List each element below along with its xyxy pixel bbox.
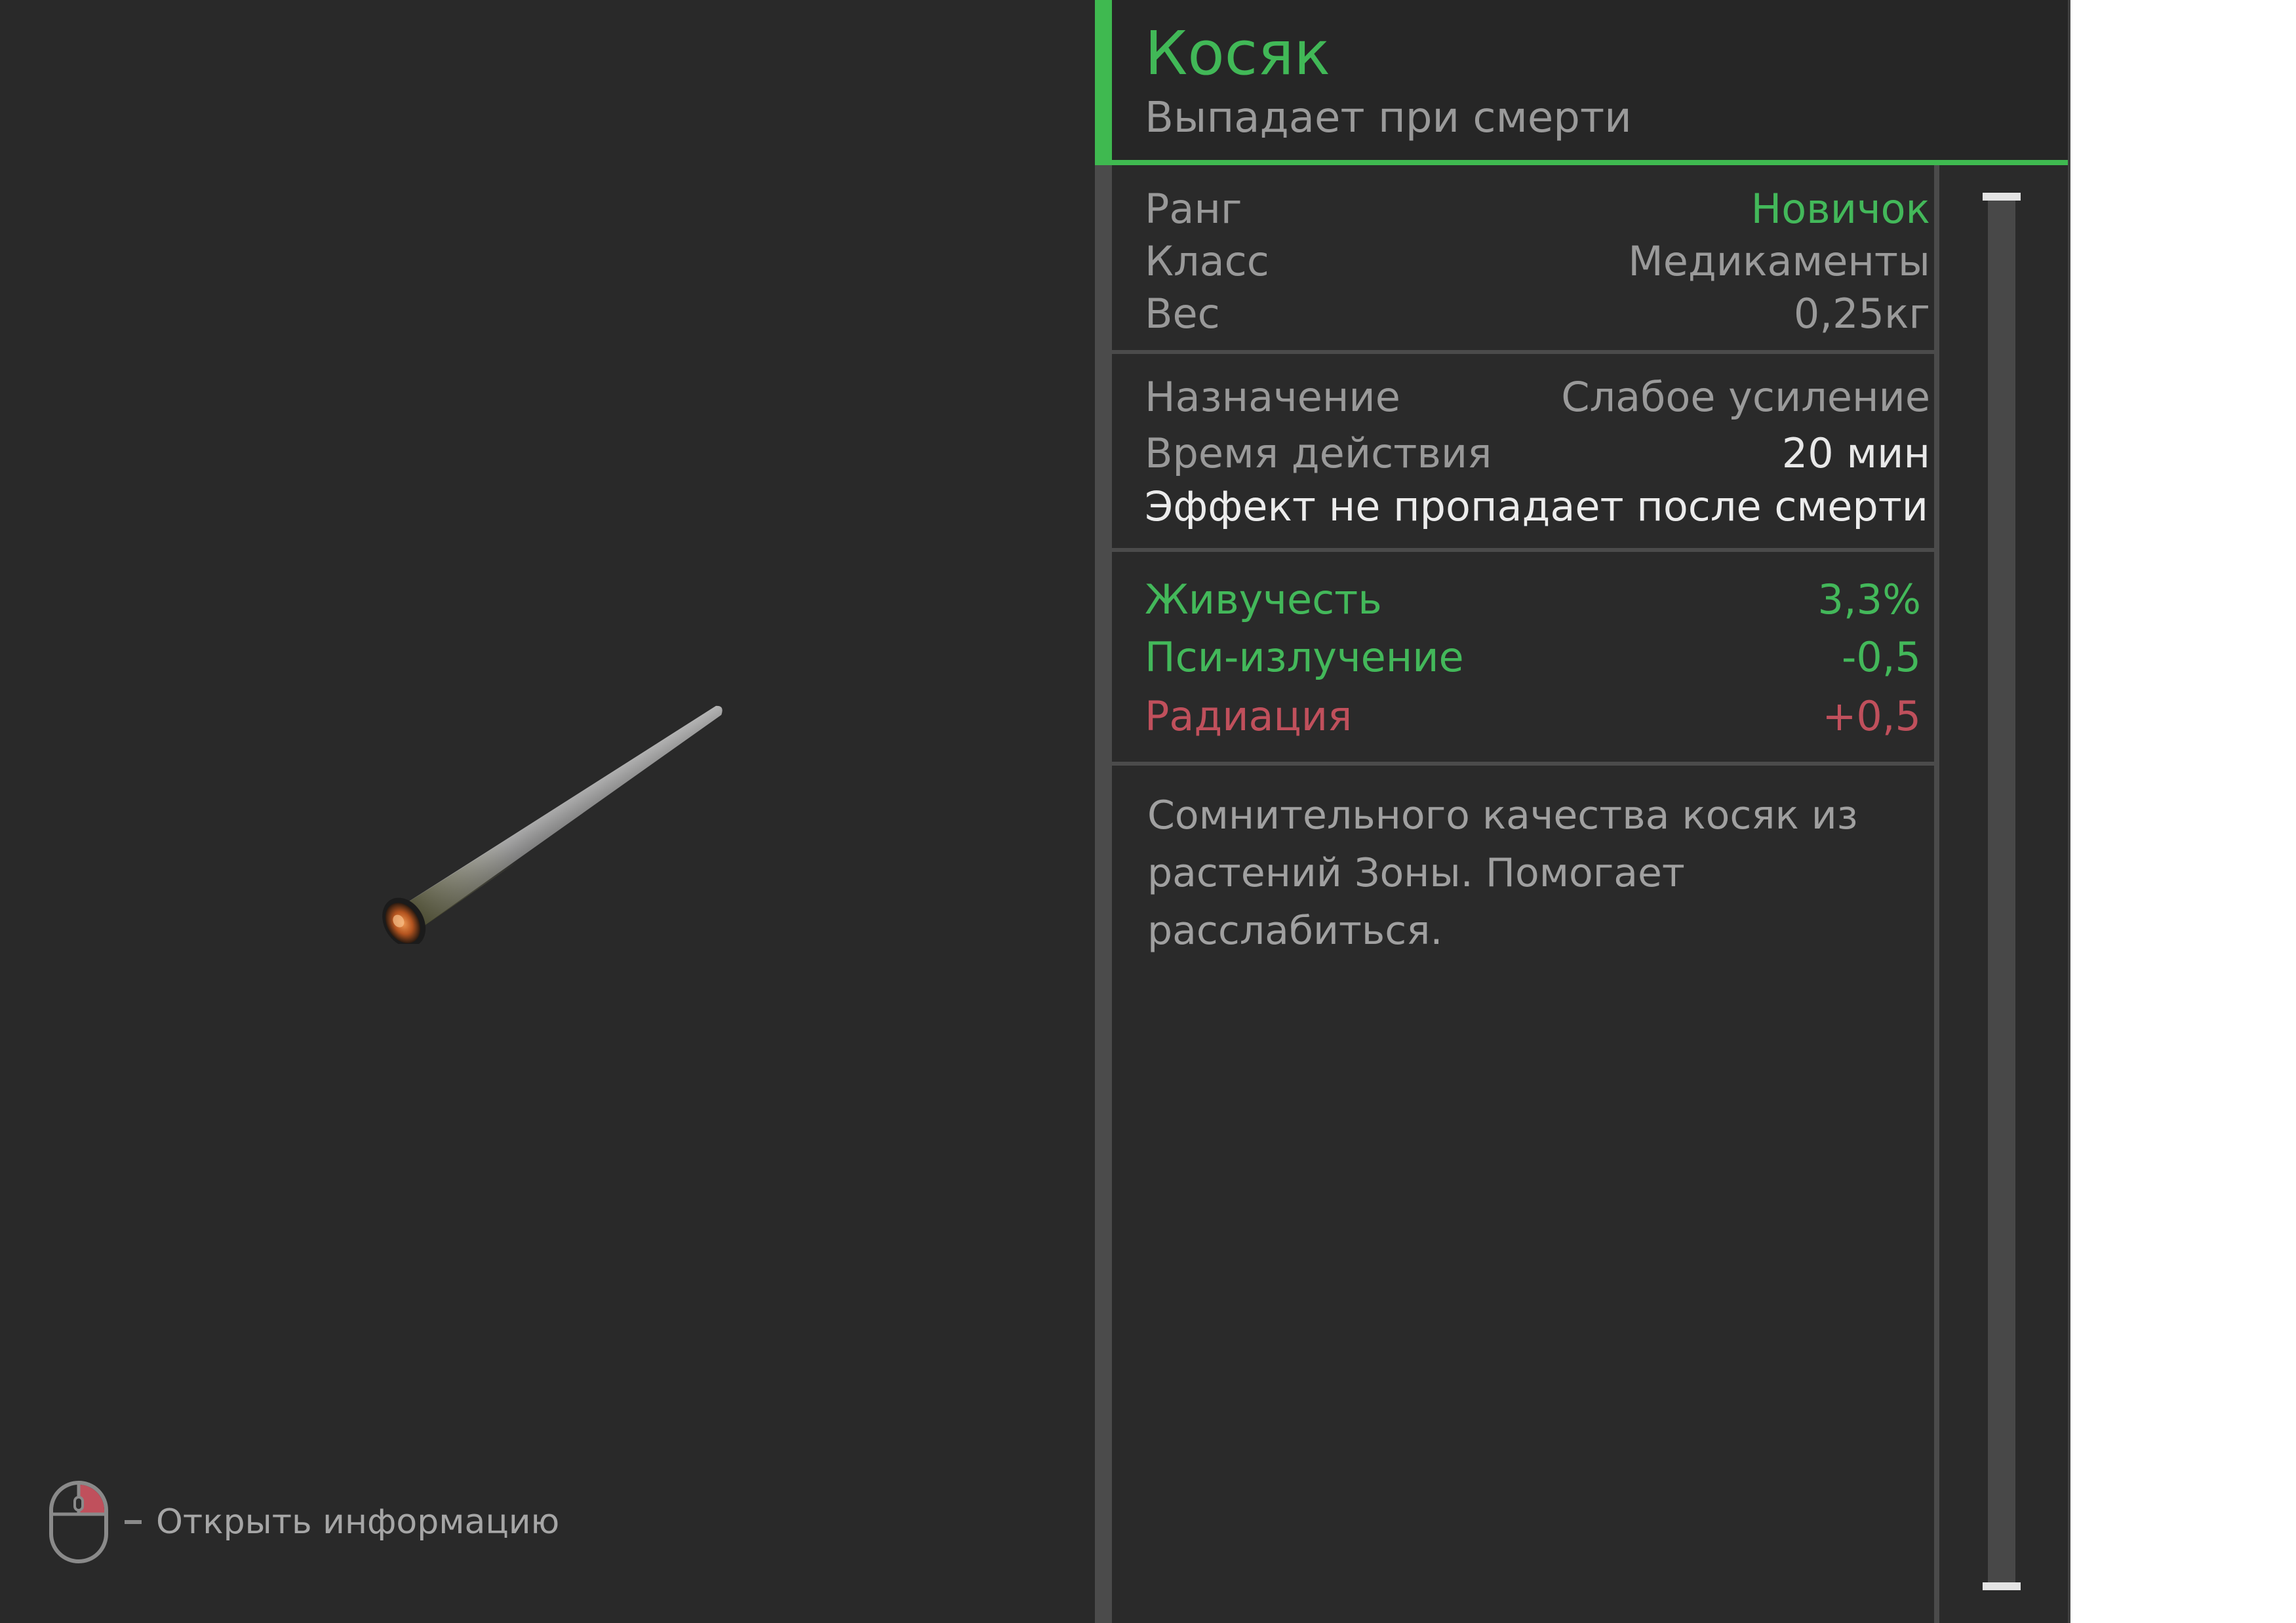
stat-row-rank: Ранг Новичок	[1145, 182, 1930, 235]
class-value: Медикаменты	[1628, 237, 1930, 285]
section-divider	[1112, 350, 1934, 354]
open-info-hint: Открыть информацию	[47, 1476, 559, 1568]
panel-divider	[1095, 0, 1112, 1623]
purpose-label: Назначение	[1145, 372, 1400, 421]
weight-label: Вес	[1145, 289, 1220, 338]
effect-row-vitality: Живучесть 3,3%	[1145, 572, 1921, 627]
item-header: Косяк Выпадает при смерти	[1112, 0, 2068, 165]
header-accent-bar	[1095, 0, 1112, 165]
window-edge	[2068, 0, 2070, 1623]
description-line: растений Зоны. Помогает расслабиться.	[1147, 850, 1685, 954]
weight-value: 0,25кг	[1793, 289, 1930, 338]
scroll-divider	[1934, 165, 1939, 1623]
effect-value: 3,3%	[1817, 575, 1921, 623]
duration-label: Время действия	[1145, 429, 1492, 477]
item-preview-area: Открыть информацию	[0, 0, 1095, 1623]
item-description: Сомнительного качества косяк из растений…	[1147, 787, 1941, 960]
effect-value: +0,5	[1822, 692, 1921, 740]
scrollbar-bottom-cap[interactable]	[1983, 1582, 2021, 1590]
scrollbar[interactable]	[1988, 197, 2015, 1589]
section-divider	[1112, 762, 1934, 766]
effect-label: Живучесть	[1145, 575, 1382, 623]
stat-row-class: Класс Медикаменты	[1145, 235, 1930, 287]
effect-label: Пси-излучение	[1145, 633, 1464, 681]
stat-row-weight: Вес 0,25кг	[1145, 287, 1930, 340]
effect-row-psi: Пси-излучение -0,5	[1145, 629, 1921, 684]
class-label: Класс	[1145, 237, 1269, 285]
purpose-value: Слабое усиление	[1561, 372, 1930, 421]
effect-label: Радиация	[1145, 692, 1353, 740]
joint-cigarette-icon	[382, 705, 722, 944]
usage-row-duration: Время действия 20 мин	[1145, 426, 1930, 480]
hint-dash	[125, 1520, 142, 1524]
scrollbar-top-cap[interactable]	[1983, 193, 2021, 201]
duration-value: 20 мин	[1781, 429, 1930, 477]
header-underline	[1095, 160, 2068, 165]
usage-row-purpose: Назначение Слабое усиление	[1145, 370, 1930, 423]
rank-value: Новичок	[1751, 184, 1930, 233]
mouse-right-click-icon	[49, 1481, 108, 1563]
rank-label: Ранг	[1145, 184, 1242, 233]
effect-row-radiation: Радиация +0,5	[1145, 688, 1921, 743]
item-title: Косяк	[1145, 18, 1331, 88]
effect-value: -0,5	[1842, 633, 1921, 681]
section-divider	[1112, 548, 1934, 552]
item-info-panel: Ранг Новичок Класс Медикаменты Вес 0,25к…	[1112, 165, 1934, 1623]
hint-text: Открыть информацию	[156, 1502, 560, 1542]
item-subtitle: Выпадает при смерти	[1145, 94, 1632, 142]
effect-persist-note: Эффект не пропадает после смерти	[1145, 482, 1929, 530]
description-line: Сомнительного качества косяк из	[1147, 792, 1858, 838]
